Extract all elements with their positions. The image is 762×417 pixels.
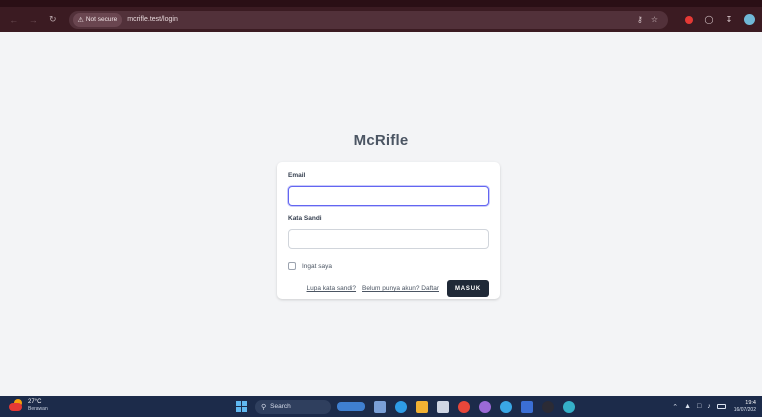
weather-text: 27°C Berawan bbox=[28, 399, 48, 413]
app-title: McRifle bbox=[353, 132, 409, 149]
terminal-icon[interactable] bbox=[542, 400, 554, 413]
weather-icon bbox=[8, 399, 24, 413]
forward-icon[interactable]: → bbox=[26, 12, 42, 28]
reload-icon[interactable]: ↻ bbox=[45, 12, 61, 28]
login-card: Email Kata Sandi Ingat saya Lupa kata sa… bbox=[277, 162, 500, 299]
back-icon[interactable]: ← bbox=[6, 12, 22, 28]
profile-icon[interactable] bbox=[742, 13, 756, 27]
word-icon[interactable] bbox=[521, 400, 533, 413]
puzzle-icon[interactable]: ◯ bbox=[702, 13, 716, 27]
star-icon[interactable]: ☆ bbox=[651, 15, 658, 24]
edge-icon[interactable] bbox=[395, 400, 407, 413]
taskbar: 27°C Berawan ⚲ Search ⌃ ▲ □ ♪ 19:4 16/07… bbox=[0, 396, 762, 417]
vscode-icon[interactable] bbox=[500, 400, 512, 413]
email-label: Email bbox=[288, 172, 306, 179]
address-row: ← → ↻ ⚠ Not secure mcrifle.test/login ⚷ … bbox=[0, 7, 762, 32]
key-icon[interactable]: ⚷ bbox=[637, 15, 643, 24]
remember-row: Ingat saya bbox=[288, 261, 489, 271]
monitor-icon[interactable]: □ bbox=[697, 403, 701, 410]
start-icon[interactable] bbox=[236, 400, 248, 413]
email-field[interactable] bbox=[288, 186, 489, 206]
weather-temp: 27°C bbox=[28, 399, 42, 405]
password-field[interactable] bbox=[288, 229, 489, 249]
extension-icon[interactable] bbox=[682, 13, 696, 27]
address-bar[interactable]: ⚠ Not secure mcrifle.test/login ⚷ ☆ bbox=[68, 10, 669, 29]
taskbar-apps: ⚲ Search bbox=[236, 399, 575, 414]
app-icon[interactable] bbox=[479, 400, 491, 413]
forgot-password-link[interactable]: Lupa kata sandi? bbox=[307, 285, 357, 292]
battery-icon[interactable] bbox=[716, 404, 726, 409]
weather-widget[interactable]: 27°C Berawan bbox=[8, 399, 48, 413]
system-tray: ⌃ ▲ □ ♪ 19:4 16/07/202 bbox=[666, 399, 756, 414]
clock-time: 19:4 bbox=[745, 399, 756, 406]
form-actions: Lupa kata sandi? Belum punya akun? Dafta… bbox=[288, 280, 489, 297]
volume-icon[interactable]: ♪ bbox=[707, 403, 711, 410]
warning-icon: ⚠ bbox=[77, 16, 84, 24]
screen: ← → ↻ ⚠ Not secure mcrifle.test/login ⚷ … bbox=[0, 0, 762, 417]
url-text[interactable]: mcrifle.test/login bbox=[127, 16, 629, 23]
wifi-icon[interactable]: ▲ bbox=[684, 403, 691, 410]
chevron-up-icon[interactable]: ⌃ bbox=[672, 403, 678, 411]
clock[interactable]: 19:4 16/07/202 bbox=[734, 400, 756, 414]
store-icon[interactable] bbox=[437, 400, 449, 413]
remember-checkbox[interactable] bbox=[288, 262, 296, 270]
security-chip[interactable]: ⚠ Not secure bbox=[72, 12, 123, 27]
field-spacer bbox=[288, 206, 489, 215]
remember-label[interactable]: Ingat saya bbox=[302, 263, 332, 270]
taskbar-search[interactable]: ⚲ Search bbox=[255, 399, 331, 414]
file-explorer-icon[interactable] bbox=[416, 400, 428, 413]
task-view-icon[interactable] bbox=[374, 400, 386, 413]
page-content: McRifle Email Kata Sandi Ingat saya Lupa… bbox=[0, 32, 762, 396]
password-label: Kata Sandi bbox=[288, 215, 322, 222]
security-label: Not secure bbox=[85, 16, 118, 23]
clock-date: 16/07/202 bbox=[733, 406, 756, 413]
widget-app-icon[interactable] bbox=[337, 402, 365, 411]
login-button[interactable]: MASUK bbox=[447, 280, 489, 297]
register-link[interactable]: Belum punya akun? Daftar bbox=[362, 285, 439, 292]
weather-condition: Berawan bbox=[28, 406, 48, 412]
tab-strip bbox=[0, 0, 762, 7]
extensions: ◯ ↧ bbox=[676, 13, 756, 27]
taskbar-search-label: Search bbox=[270, 403, 291, 410]
browser-toolbar: ← → ↻ ⚠ Not secure mcrifle.test/login ⚷ … bbox=[0, 0, 762, 32]
chrome-icon[interactable] bbox=[458, 400, 470, 413]
app-icon-2[interactable] bbox=[563, 400, 575, 413]
search-icon: ⚲ bbox=[261, 403, 267, 411]
download-icon[interactable]: ↧ bbox=[722, 13, 736, 27]
